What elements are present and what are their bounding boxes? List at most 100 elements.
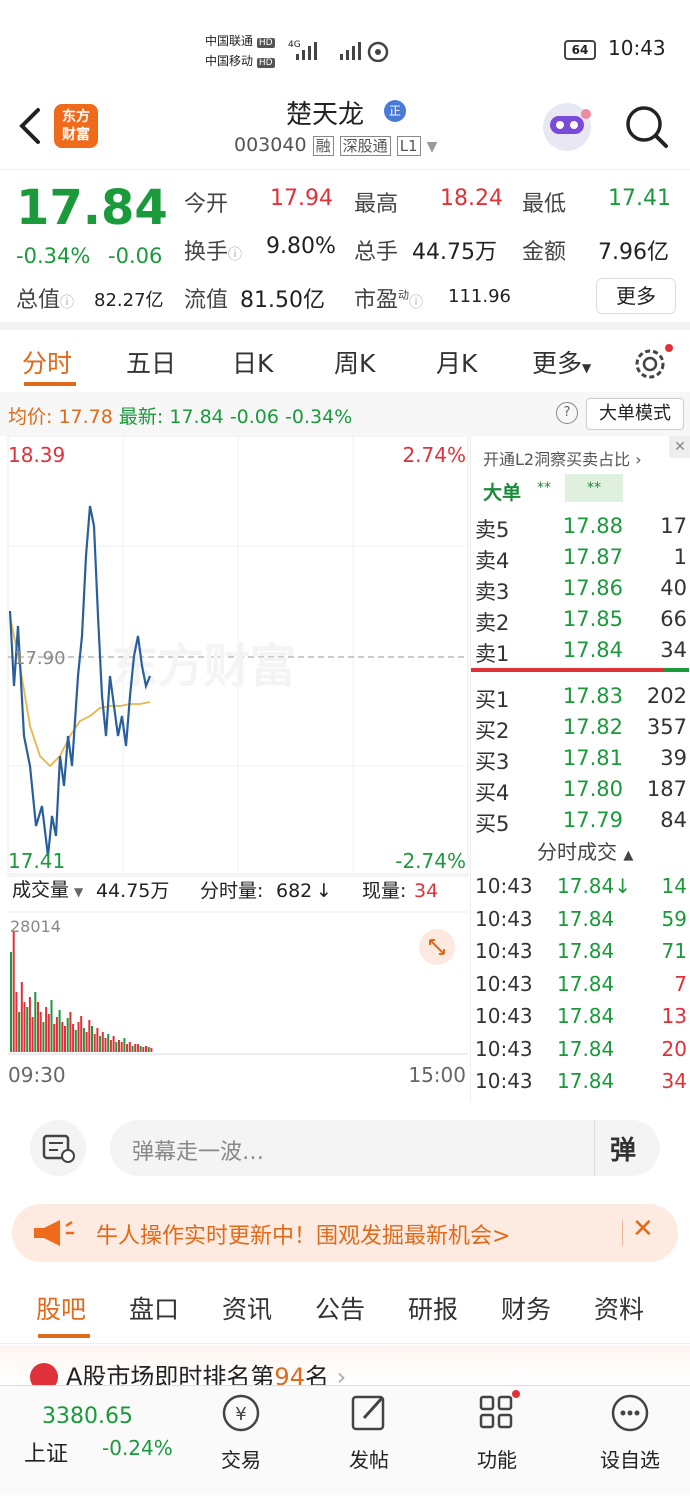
back-arrow-icon[interactable] bbox=[16, 106, 44, 146]
volume-bar bbox=[107, 1034, 110, 1052]
info-icon[interactable]: ⓘ bbox=[60, 295, 74, 311]
search-icon[interactable] bbox=[624, 104, 670, 150]
volume-bar bbox=[72, 1024, 75, 1052]
tag-connect: 深股通 bbox=[339, 136, 391, 156]
dropdown-icon[interactable]: ▼ bbox=[427, 139, 438, 155]
volume-bar bbox=[34, 992, 37, 1052]
volume-dropdown-icon[interactable]: ▼ bbox=[74, 885, 84, 899]
tab-weekly-k[interactable]: 周K bbox=[334, 344, 375, 380]
danmu-settings-icon[interactable] bbox=[30, 1120, 86, 1176]
big-order-mode-button[interactable]: 大单模式 bbox=[586, 398, 684, 430]
volume-bar bbox=[53, 1024, 56, 1052]
subtab-4[interactable]: 研报 bbox=[408, 1290, 458, 1326]
volume-bar bbox=[109, 1040, 112, 1052]
subtab-0[interactable]: 股吧 bbox=[36, 1290, 86, 1326]
subtab-6[interactable]: 资料 bbox=[594, 1290, 644, 1326]
volume-bar bbox=[99, 1036, 102, 1052]
subtab-3[interactable]: 公告 bbox=[315, 1290, 365, 1326]
volume-bar bbox=[66, 1018, 69, 1052]
high-label: 最高 bbox=[354, 192, 399, 217]
nav-function[interactable]: 功能 bbox=[456, 1386, 538, 1496]
sells-volume: 34 bbox=[660, 638, 687, 662]
tick-time: 10:43 bbox=[475, 971, 533, 996]
eastmoney-logo[interactable]: 东方 财富 bbox=[54, 104, 98, 148]
volume-bar bbox=[120, 1042, 123, 1052]
help-icon[interactable]: ? bbox=[556, 402, 578, 424]
volume-bar bbox=[91, 1026, 93, 1052]
buys-volume: 39 bbox=[660, 746, 687, 770]
post-icon bbox=[351, 1395, 385, 1431]
volume-bar bbox=[28, 997, 31, 1052]
banner-text: 牛人操作实时更新中！围观发掘最新机会> bbox=[96, 1224, 511, 1249]
index-widget[interactable]: 3380.65 上证 -0.24% bbox=[0, 1386, 190, 1496]
tab-intraday[interactable]: 分时 bbox=[22, 344, 72, 380]
pct-top-label: 2.74% bbox=[402, 443, 466, 467]
volume-bar bbox=[115, 1042, 118, 1052]
quote-panel: 17.84 -0.34% -0.06 今开 17.94 最高 18.24 最低 … bbox=[0, 170, 690, 330]
volume-bar bbox=[61, 1022, 64, 1052]
volume-bar bbox=[136, 1044, 139, 1052]
sells-label: 卖4 bbox=[475, 549, 510, 573]
banner-close-icon[interactable]: ✕ bbox=[632, 1214, 654, 1244]
pct-bottom-label: -2.74% bbox=[395, 849, 466, 873]
carrier-2: 中国移动 bbox=[205, 54, 254, 68]
stock-header: 东方 财富 楚天龙 正 003040 融 深股通 L1 ▼ bbox=[0, 90, 690, 170]
info-icon[interactable]: ⓘ bbox=[409, 295, 423, 311]
turnover-value: 9.80% bbox=[266, 234, 336, 259]
close-icon[interactable]: ✕ bbox=[669, 436, 690, 458]
volume-bar bbox=[15, 992, 18, 1052]
nav-post[interactable]: 发帖 bbox=[328, 1386, 410, 1496]
volume-bar bbox=[112, 1036, 115, 1052]
big-order-label: 大单 bbox=[483, 482, 522, 504]
subtab-5[interactable]: 财务 bbox=[501, 1290, 551, 1326]
danmu-input[interactable]: 弹幕走一波… 弹 bbox=[110, 1120, 660, 1176]
volume-bar bbox=[10, 952, 12, 1052]
volume-bar bbox=[50, 1000, 53, 1052]
more-button[interactable]: 更多 bbox=[596, 278, 676, 314]
carrier-1: 中国联通 bbox=[205, 34, 254, 48]
volume-bar bbox=[131, 1046, 134, 1052]
mcap-value: 82.27亿 bbox=[94, 290, 164, 311]
rank-row[interactable]: A股市场即时排名第94名 › bbox=[0, 1345, 690, 1391]
expand-icon[interactable] bbox=[418, 928, 456, 966]
volume-label: 成交量 bbox=[12, 879, 69, 901]
buys-label: 买1 bbox=[475, 688, 510, 712]
volume-bar bbox=[77, 1022, 80, 1052]
now-vol: 34 bbox=[414, 880, 438, 902]
volume-bar bbox=[23, 1002, 26, 1052]
volume-bar bbox=[150, 1048, 153, 1052]
turnover-label: 换手ⓘ bbox=[184, 240, 243, 265]
info-icon[interactable]: ⓘ bbox=[228, 247, 242, 263]
subtab-1[interactable]: 盘口 bbox=[129, 1290, 179, 1326]
promo-banner[interactable]: 牛人操作实时更新中！围观发掘最新机会> ✕ bbox=[12, 1204, 678, 1262]
tab-daily-k[interactable]: 日K bbox=[232, 344, 273, 380]
intraday-chart-area: 均价: 17.78 最新: 17.84 -0.06 -0.34% ? 大单模式 … bbox=[0, 392, 690, 1102]
l2-insight-link[interactable]: 开通L2洞察买卖占比 › bbox=[483, 446, 642, 470]
tab-monthly-k[interactable]: 月K bbox=[436, 344, 477, 380]
nav-add-watchlist[interactable]: 设自选 bbox=[584, 1386, 676, 1496]
high-value: 18.24 bbox=[440, 186, 503, 211]
amount-value: 7.96亿 bbox=[598, 240, 669, 265]
index-value: 3380.65 bbox=[42, 1404, 133, 1429]
volume-bar bbox=[134, 1044, 137, 1052]
big-order-v2: ** bbox=[565, 474, 623, 502]
tab-more[interactable]: 更多▼ bbox=[532, 344, 591, 380]
tab-5day[interactable]: 五日 bbox=[126, 344, 176, 380]
sells-volume: 66 bbox=[660, 607, 687, 631]
nav-trade[interactable]: ¥ 交易 bbox=[200, 1386, 282, 1496]
float-label: 流值 bbox=[184, 288, 229, 313]
volume-bar bbox=[128, 1042, 131, 1052]
danmu-toggle-button[interactable]: 弹 bbox=[610, 1130, 636, 1167]
settings-gear-icon[interactable] bbox=[632, 344, 674, 384]
tick-time: 10:43 bbox=[475, 1069, 533, 1093]
robot-avatar-icon[interactable] bbox=[540, 100, 594, 154]
volume-bar bbox=[58, 1010, 61, 1052]
more-dots-icon bbox=[611, 1394, 649, 1432]
tick-volume: 71 bbox=[661, 939, 687, 963]
change-pct: -0.34% bbox=[16, 244, 91, 268]
battery-icon: 64 bbox=[564, 40, 596, 60]
tick-volume: 7 bbox=[674, 971, 687, 996]
ticks-title[interactable]: 分时成交 ▲ bbox=[537, 836, 633, 865]
buys-label: 买5 bbox=[475, 812, 510, 836]
subtab-2[interactable]: 资讯 bbox=[222, 1290, 272, 1326]
